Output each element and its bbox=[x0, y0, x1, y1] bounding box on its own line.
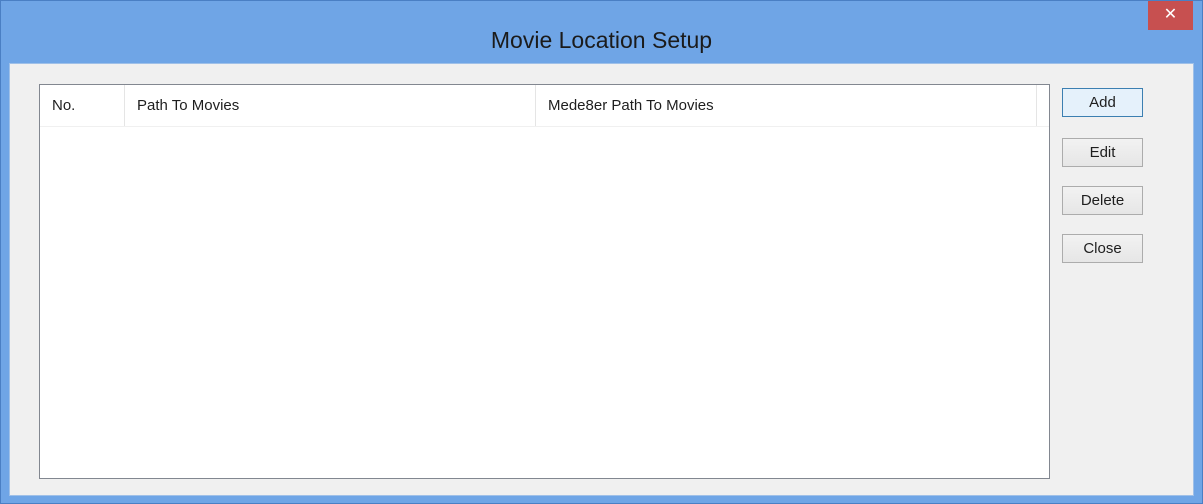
column-header-filler bbox=[1037, 85, 1049, 126]
column-header-mede8er-path-to-movies[interactable]: Mede8er Path To Movies bbox=[536, 85, 1037, 126]
delete-button[interactable]: Delete bbox=[1062, 186, 1143, 215]
edit-button[interactable]: Edit bbox=[1062, 138, 1143, 167]
list-body[interactable] bbox=[40, 127, 1049, 478]
title-bar[interactable]: Movie Location Setup ✕ bbox=[1, 1, 1202, 63]
close-button[interactable]: Close bbox=[1062, 234, 1143, 263]
dialog-client-area: No. Path To Movies Mede8er Path To Movie… bbox=[9, 63, 1194, 496]
close-icon: ✕ bbox=[1163, 6, 1178, 23]
column-header-no[interactable]: No. bbox=[40, 85, 125, 126]
close-window-button[interactable]: ✕ bbox=[1148, 1, 1193, 30]
movie-locations-list[interactable]: No. Path To Movies Mede8er Path To Movie… bbox=[39, 84, 1050, 479]
window-title: Movie Location Setup bbox=[490, 27, 713, 53]
column-header-path-to-movies[interactable]: Path To Movies bbox=[125, 85, 536, 126]
add-button[interactable]: Add bbox=[1062, 88, 1143, 117]
list-header: No. Path To Movies Mede8er Path To Movie… bbox=[40, 85, 1049, 127]
movie-location-setup-window: Movie Location Setup ✕ No. Path To Movie… bbox=[0, 0, 1203, 504]
